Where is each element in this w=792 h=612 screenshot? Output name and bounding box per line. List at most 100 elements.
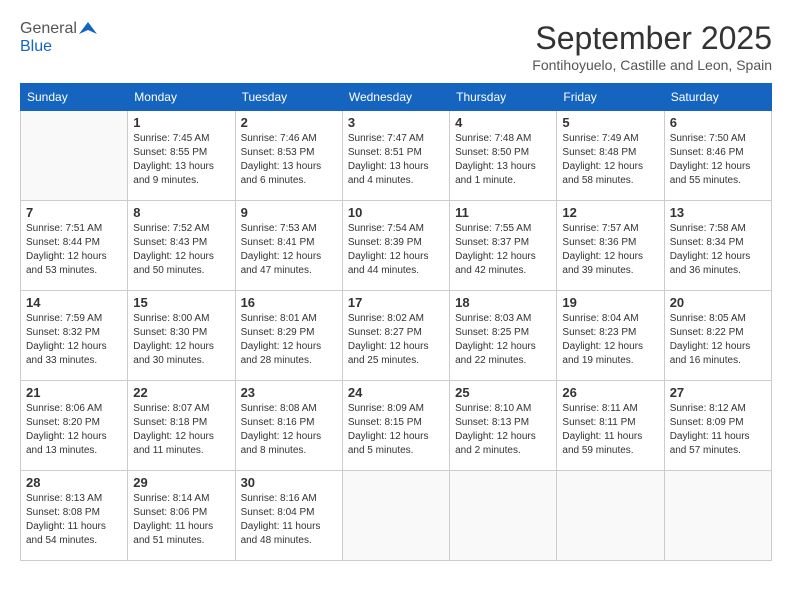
- day-number: 27: [670, 385, 766, 400]
- day-number: 12: [562, 205, 658, 220]
- calendar-header-thursday: Thursday: [450, 84, 557, 111]
- day-number: 28: [26, 475, 122, 490]
- day-number: 1: [133, 115, 229, 130]
- calendar-cell: 17Sunrise: 8:02 AM Sunset: 8:27 PM Dayli…: [342, 291, 449, 381]
- day-info: Sunrise: 8:12 AM Sunset: 8:09 PM Dayligh…: [670, 402, 766, 458]
- day-number: 5: [562, 115, 658, 130]
- day-number: 2: [241, 115, 337, 130]
- day-info: Sunrise: 8:05 AM Sunset: 8:22 PM Dayligh…: [670, 312, 766, 368]
- day-number: 25: [455, 385, 551, 400]
- day-info: Sunrise: 7:49 AM Sunset: 8:48 PM Dayligh…: [562, 132, 658, 188]
- logo-blue-text: Blue: [20, 38, 52, 56]
- calendar-cell: 3 Sunrise: 7:47 AM Sunset: 8:51 PM Daylig…: [342, 111, 449, 201]
- calendar-week-row: 14 Sunrise: 7:59 AM Sunset: 8:32 PM Dayli…: [21, 291, 772, 381]
- calendar-cell: 23 Sunrise: 8:08 AM Sunset: 8:16 PM Dayli…: [235, 381, 342, 471]
- calendar-week-row: 21 Sunrise: 8:06 AM Sunset: 8:20 PM Dayli…: [21, 381, 772, 471]
- calendar-week-row: 7 Sunrise: 7:51 AM Sunset: 8:44 PM Daylig…: [21, 201, 772, 291]
- calendar-header-row: SundayMondayTuesdayWednesdayThursdayFrid…: [21, 84, 772, 111]
- day-number: 17: [348, 295, 444, 310]
- calendar-header-tuesday: Tuesday: [235, 84, 342, 111]
- calendar-table: SundayMondayTuesdayWednesdayThursdayFrid…: [20, 83, 772, 561]
- day-info: Sunrise: 7:45 AM Sunset: 8:55 PM Dayligh…: [133, 132, 229, 188]
- calendar-cell: 14 Sunrise: 7:59 AM Sunset: 8:32 PM Dayli…: [21, 291, 128, 381]
- day-info: Sunrise: 8:06 AM Sunset: 8:20 PM Dayligh…: [26, 402, 122, 458]
- calendar-header-saturday: Saturday: [664, 84, 771, 111]
- page-header: General Blue September 2025 Fontihoyuelo…: [20, 20, 772, 73]
- day-number: 21: [26, 385, 122, 400]
- calendar-cell: 25Sunrise: 8:10 AM Sunset: 8:13 PM Dayli…: [450, 381, 557, 471]
- day-number: 23: [241, 385, 337, 400]
- day-number: 16: [241, 295, 337, 310]
- day-info: Sunrise: 8:08 AM Sunset: 8:16 PM Dayligh…: [241, 402, 337, 458]
- calendar-cell: 10Sunrise: 7:54 AM Sunset: 8:39 PM Dayli…: [342, 201, 449, 291]
- day-info: Sunrise: 7:46 AM Sunset: 8:53 PM Dayligh…: [241, 132, 337, 188]
- calendar-week-row: 28 Sunrise: 8:13 AM Sunset: 8:08 PM Dayli…: [21, 471, 772, 561]
- day-number: 9: [241, 205, 337, 220]
- day-number: 6: [670, 115, 766, 130]
- calendar-cell: 5 Sunrise: 7:49 AM Sunset: 8:48 PM Daylig…: [557, 111, 664, 201]
- day-number: 20: [670, 295, 766, 310]
- day-info: Sunrise: 8:14 AM Sunset: 8:06 PM Dayligh…: [133, 492, 229, 548]
- calendar-cell: 6Sunrise: 7:50 AM Sunset: 8:46 PM Daylig…: [664, 111, 771, 201]
- day-number: 24: [348, 385, 444, 400]
- day-number: 15: [133, 295, 229, 310]
- calendar-cell: 19 Sunrise: 8:04 AM Sunset: 8:23 PM Dayli…: [557, 291, 664, 381]
- calendar-cell: 12Sunrise: 7:57 AM Sunset: 8:36 PM Dayli…: [557, 201, 664, 291]
- calendar-cell: 8Sunrise: 7:52 AM Sunset: 8:43 PM Daylig…: [128, 201, 235, 291]
- day-info: Sunrise: 7:58 AM Sunset: 8:34 PM Dayligh…: [670, 222, 766, 278]
- calendar-cell: 22 Sunrise: 8:07 AM Sunset: 8:18 PM Dayli…: [128, 381, 235, 471]
- day-number: 18: [455, 295, 551, 310]
- calendar-header-sunday: Sunday: [21, 84, 128, 111]
- day-number: 11: [455, 205, 551, 220]
- calendar-cell: 15 Sunrise: 8:00 AM Sunset: 8:30 PM Dayli…: [128, 291, 235, 381]
- day-number: 10: [348, 205, 444, 220]
- day-number: 14: [26, 295, 122, 310]
- calendar-cell: 21 Sunrise: 8:06 AM Sunset: 8:20 PM Dayli…: [21, 381, 128, 471]
- calendar-cell: [664, 471, 771, 561]
- day-info: Sunrise: 7:48 AM Sunset: 8:50 PM Dayligh…: [455, 132, 551, 188]
- day-info: Sunrise: 7:47 AM Sunset: 8:51 PM Dayligh…: [348, 132, 444, 188]
- day-info: Sunrise: 8:16 AM Sunset: 8:04 PM Dayligh…: [241, 492, 337, 548]
- calendar-cell: 29 Sunrise: 8:14 AM Sunset: 8:06 PM Dayli…: [128, 471, 235, 561]
- day-number: 13: [670, 205, 766, 220]
- logo: General Blue: [20, 20, 97, 56]
- calendar-cell: 2 Sunrise: 7:46 AM Sunset: 8:53 PM Daylig…: [235, 111, 342, 201]
- calendar-cell: 13 Sunrise: 7:58 AM Sunset: 8:34 PM Dayli…: [664, 201, 771, 291]
- day-number: 29: [133, 475, 229, 490]
- calendar-cell: 4 Sunrise: 7:48 AM Sunset: 8:50 PM Daylig…: [450, 111, 557, 201]
- day-number: 8: [133, 205, 229, 220]
- calendar-cell: 26Sunrise: 8:11 AM Sunset: 8:11 PM Dayli…: [557, 381, 664, 471]
- logo-bird-icon: [79, 20, 97, 38]
- calendar-cell: [342, 471, 449, 561]
- day-info: Sunrise: 8:01 AM Sunset: 8:29 PM Dayligh…: [241, 312, 337, 368]
- logo-general-text: General: [20, 20, 77, 38]
- day-number: 19: [562, 295, 658, 310]
- calendar-cell: [21, 111, 128, 201]
- calendar-header-friday: Friday: [557, 84, 664, 111]
- day-info: Sunrise: 8:00 AM Sunset: 8:30 PM Dayligh…: [133, 312, 229, 368]
- calendar-cell: 30 Sunrise: 8:16 AM Sunset: 8:04 PM Dayli…: [235, 471, 342, 561]
- day-number: 30: [241, 475, 337, 490]
- day-info: Sunrise: 8:09 AM Sunset: 8:15 PM Dayligh…: [348, 402, 444, 458]
- day-info: Sunrise: 8:13 AM Sunset: 8:08 PM Dayligh…: [26, 492, 122, 548]
- calendar-cell: 20 Sunrise: 8:05 AM Sunset: 8:22 PM Dayli…: [664, 291, 771, 381]
- calendar-cell: [450, 471, 557, 561]
- day-number: 22: [133, 385, 229, 400]
- month-title: September 2025: [532, 20, 772, 57]
- day-info: Sunrise: 7:51 AM Sunset: 8:44 PM Dayligh…: [26, 222, 122, 278]
- day-info: Sunrise: 8:07 AM Sunset: 8:18 PM Dayligh…: [133, 402, 229, 458]
- calendar-cell: 28 Sunrise: 8:13 AM Sunset: 8:08 PM Dayli…: [21, 471, 128, 561]
- calendar-header-monday: Monday: [128, 84, 235, 111]
- day-info: Sunrise: 7:59 AM Sunset: 8:32 PM Dayligh…: [26, 312, 122, 368]
- calendar-cell: 27 Sunrise: 8:12 AM Sunset: 8:09 PM Dayli…: [664, 381, 771, 471]
- calendar-cell: 18 Sunrise: 8:03 AM Sunset: 8:25 PM Dayli…: [450, 291, 557, 381]
- day-number: 4: [455, 115, 551, 130]
- calendar-header-wednesday: Wednesday: [342, 84, 449, 111]
- calendar-cell: 7 Sunrise: 7:51 AM Sunset: 8:44 PM Daylig…: [21, 201, 128, 291]
- day-number: 7: [26, 205, 122, 220]
- day-number: 3: [348, 115, 444, 130]
- day-info: Sunrise: 8:04 AM Sunset: 8:23 PM Dayligh…: [562, 312, 658, 368]
- title-section: September 2025 Fontihoyuelo, Castille an…: [532, 20, 772, 73]
- day-info: Sunrise: 8:11 AM Sunset: 8:11 PM Dayligh…: [562, 402, 658, 458]
- day-info: Sunrise: 8:03 AM Sunset: 8:25 PM Dayligh…: [455, 312, 551, 368]
